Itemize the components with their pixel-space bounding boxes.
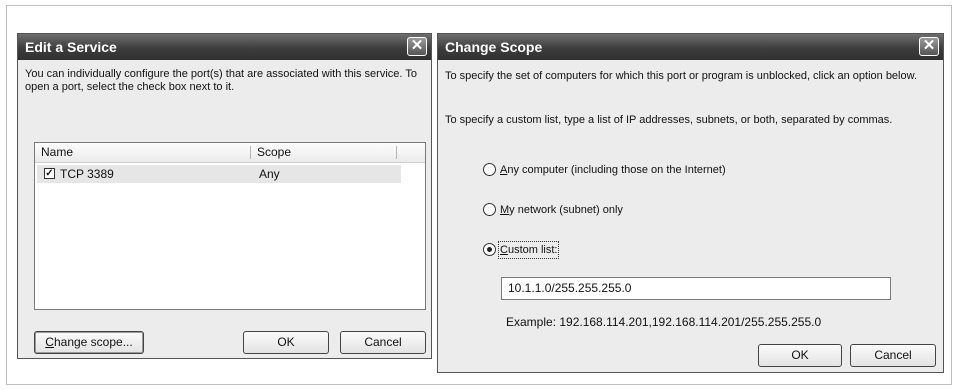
ok-button[interactable]: OK [243, 331, 329, 354]
column-header-scope[interactable]: Scope [251, 143, 396, 162]
radio-button[interactable] [483, 163, 496, 176]
radio-button[interactable] [483, 203, 496, 216]
custom-list-hint: To specify a custom list, type a list of… [445, 114, 893, 126]
ports-list[interactable]: Name Scope ✓ TCP 3389 Any [34, 142, 426, 310]
column-separator[interactable] [396, 146, 397, 159]
mnemonic: C [500, 244, 508, 256]
port-scope: Any [259, 167, 280, 181]
custom-list-example: Example: 192.168.114.201,192.168.114.201… [506, 315, 822, 329]
close-icon[interactable]: ✕ [919, 37, 939, 56]
radio-my-network[interactable]: My network (subnet) only [483, 203, 883, 219]
port-checkbox[interactable]: ✓ [44, 168, 55, 179]
radio-custom-list-label: Custom list: [497, 241, 560, 259]
change-scope-intro: To specify the set of computers for whic… [445, 70, 918, 82]
cancel-button[interactable]: Cancel [850, 344, 936, 367]
label-text: y network (subnet) only [509, 204, 623, 216]
mnemonic: M [500, 204, 510, 216]
radio-button-selected[interactable] [483, 243, 496, 256]
change-scope-mnemonic: C [45, 335, 54, 349]
edit-service-titlebar[interactable]: Edit a Service ✕ [18, 34, 431, 60]
radio-my-network-label: My network (subnet) only [500, 203, 623, 217]
custom-list-input[interactable]: 10.1.1.0/255.255.255.0 [501, 277, 891, 300]
radio-any-computer-label: Any computer (including those on the Int… [500, 163, 726, 177]
edit-service-dialog: Edit a Service ✕ You can individually co… [17, 33, 432, 359]
radio-dot [487, 247, 492, 252]
cancel-button[interactable]: Cancel [340, 331, 426, 354]
table-row[interactable]: ✓ TCP 3389 Any [37, 165, 401, 183]
edit-service-description: You can individually configure the port(… [25, 68, 417, 93]
ports-list-header: Name Scope [35, 143, 425, 163]
change-scope-dialog: Change Scope ✕ To specify the set of com… [437, 33, 944, 373]
change-scope-button[interactable]: Change scope... [34, 331, 144, 354]
port-name: TCP 3389 [60, 167, 114, 181]
label-text: ny computer (including those on the Inte… [507, 164, 726, 176]
label-text: ustom list: [507, 244, 558, 256]
close-icon[interactable]: ✕ [407, 37, 427, 56]
change-scope-label: hange scope... [53, 335, 133, 349]
change-scope-titlebar[interactable]: Change Scope ✕ [438, 34, 943, 60]
radio-custom-list[interactable]: Custom list: [483, 241, 883, 259]
edit-service-title: Edit a Service [25, 39, 117, 55]
column-header-name[interactable]: Name [35, 143, 250, 162]
ok-button[interactable]: OK [758, 344, 842, 367]
change-scope-title: Change Scope [445, 39, 543, 55]
radio-any-computer[interactable]: Any computer (including those on the Int… [483, 163, 883, 179]
